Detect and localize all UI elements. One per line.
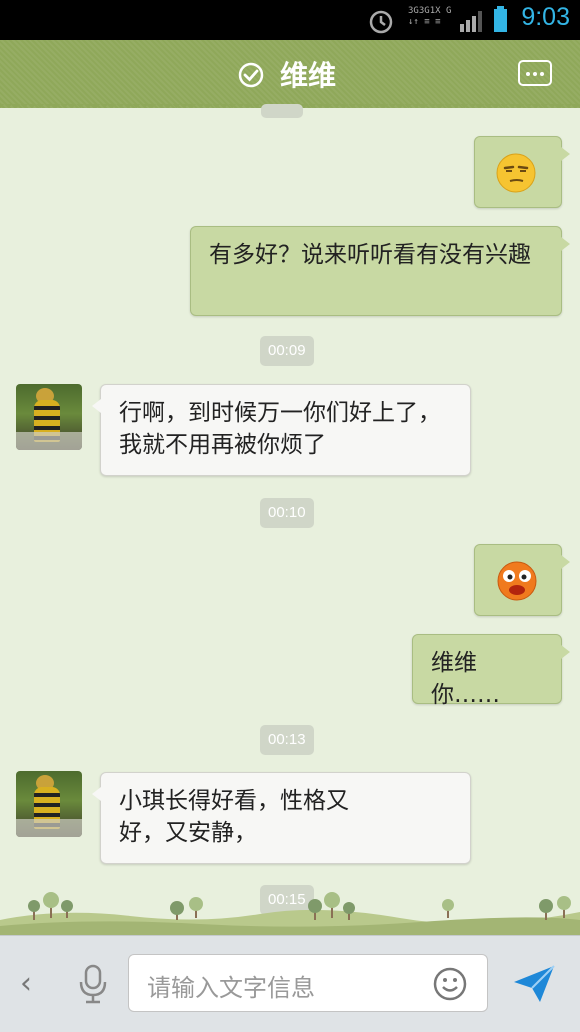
network-label: 3G bbox=[408, 6, 419, 16]
network-indicators: 3G3G1X G ↓↑ ≡ ≡ bbox=[408, 6, 452, 27]
chat-area[interactable]: 有多好？说来听听看有没有兴趣 00:09 行啊，到时候万一你们好上了，我就不用再… bbox=[0, 104, 580, 928]
message-text: 小琪长得好看，性格又好，又安静， bbox=[119, 788, 349, 846]
landscape-decoration bbox=[0, 892, 580, 935]
message-text: 维维你…… bbox=[431, 650, 500, 708]
message-bubble-incoming[interactable]: 行啊，到时候万一你们好上了，我就不用再被你烦了 bbox=[92, 384, 471, 476]
timestamp-partial bbox=[261, 104, 303, 118]
network-label: 3G bbox=[418, 6, 430, 16]
emoji-icon[interactable] bbox=[432, 966, 468, 1002]
more-icon[interactable] bbox=[518, 60, 552, 86]
chat-title: 维维 bbox=[280, 59, 337, 92]
send-icon[interactable] bbox=[512, 964, 556, 1004]
message-text: 行啊，到时候万一你们好上了，我就不用再被你烦了 bbox=[119, 400, 441, 458]
message-bubble-incoming[interactable]: 小琪长得好看，性格又好，又安静， bbox=[92, 772, 471, 864]
message-bubble-outgoing[interactable]: 有多好？说来听听看有没有兴趣 bbox=[190, 226, 570, 316]
chevron-left-icon[interactable]: ‹ bbox=[20, 966, 32, 1001]
contact-avatar[interactable] bbox=[16, 384, 82, 450]
message-input-placeholder: 请输入文字信息 bbox=[147, 974, 315, 1002]
network-label: G bbox=[445, 6, 452, 16]
dot bbox=[540, 72, 544, 76]
timestamp: 00:09 bbox=[260, 336, 314, 366]
microphone-icon[interactable] bbox=[78, 964, 108, 1004]
message-bubble-outgoing[interactable]: 维维你…… bbox=[412, 634, 570, 708]
network-label: 1X bbox=[429, 6, 441, 16]
dot bbox=[533, 72, 537, 76]
signal-icon bbox=[460, 11, 482, 32]
avatar-ground bbox=[16, 819, 82, 837]
check-circle-icon bbox=[238, 62, 264, 88]
message-bubble-outgoing[interactable] bbox=[474, 544, 570, 616]
status-time: 9:03 bbox=[521, 3, 570, 31]
alarm-icon bbox=[369, 10, 393, 34]
smug-face-emoji bbox=[496, 153, 536, 193]
avatar-ground bbox=[16, 432, 82, 450]
battery-icon bbox=[494, 6, 507, 32]
timestamp: 00:10 bbox=[260, 498, 314, 528]
message-text: 有多好？说来听听看有没有兴趣 bbox=[209, 242, 531, 268]
input-bar: ‹ 请输入文字信息 bbox=[0, 935, 580, 1032]
message-bubble-outgoing[interactable] bbox=[474, 136, 570, 208]
timestamp: 00:13 bbox=[260, 725, 314, 755]
status-bar: 3G3G1X G ↓↑ ≡ ≡ 9:03 bbox=[0, 0, 580, 40]
chat-header: 维维 bbox=[0, 40, 580, 108]
shocked-face-emoji bbox=[497, 561, 537, 601]
contact-avatar[interactable] bbox=[16, 771, 82, 837]
dot bbox=[526, 72, 530, 76]
